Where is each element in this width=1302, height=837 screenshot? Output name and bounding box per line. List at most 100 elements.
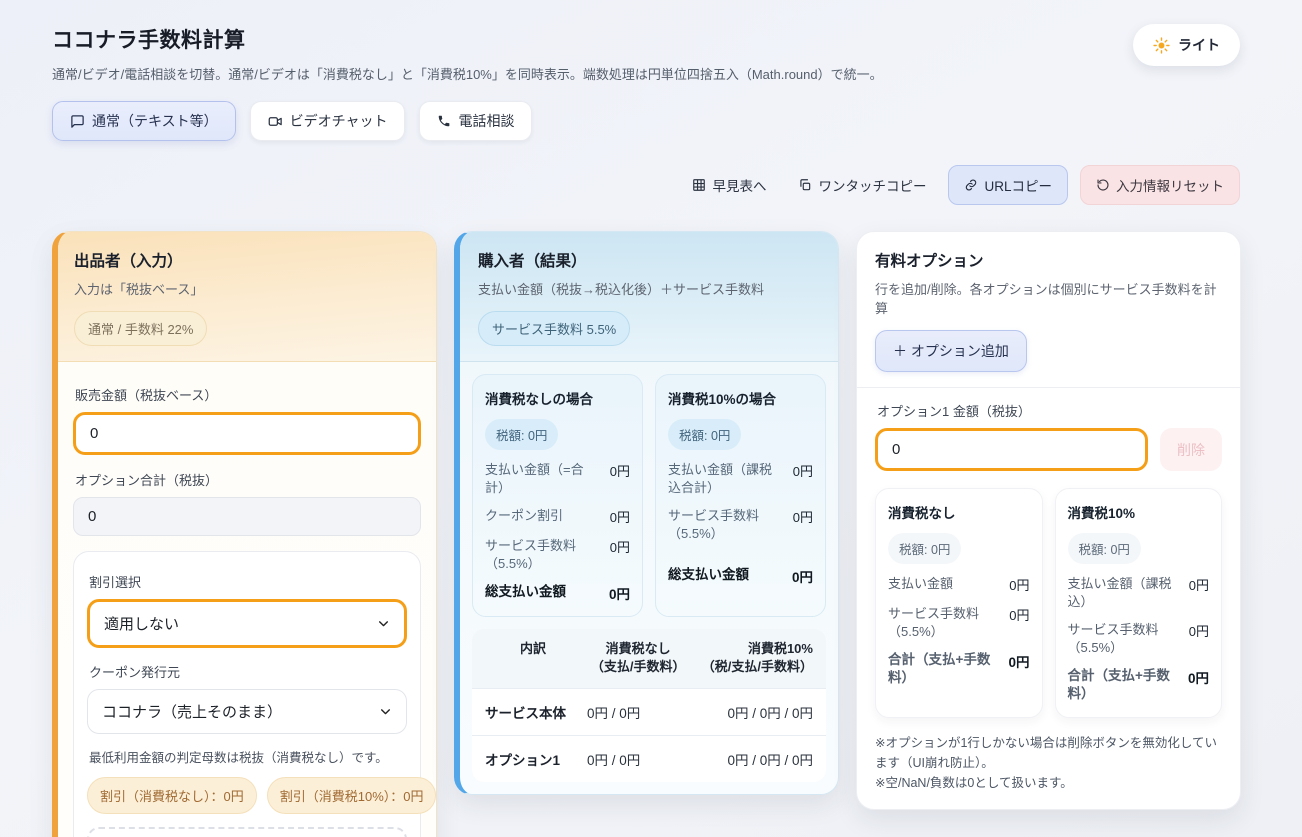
result-row-value: 0円	[1009, 605, 1029, 624]
price-label: 販売金額（税抜ベース）	[75, 385, 419, 404]
discount-status-box: 消費税なし 未適用 消費税10% 未適用	[87, 827, 407, 837]
result-row-value: 0円	[610, 507, 630, 526]
tab-phone-consult[interactable]: 電話相談	[419, 101, 532, 141]
delete-option-button[interactable]: 削除	[1160, 428, 1222, 471]
breakdown-table-header: 内訳 消費税なし （支払/手数料） 消費税10% （税/支払/手数料）	[472, 629, 826, 687]
option-tax10-title: 消費税10%	[1068, 502, 1210, 522]
result-total-value: 0円	[1188, 667, 1209, 687]
result-row-label: サービス手数料（5.5%）	[485, 537, 602, 572]
tab-normal-text[interactable]: 通常（テキスト等）	[52, 101, 236, 141]
result-row-label: 支払い金額	[888, 575, 953, 593]
result-row-value: 0円	[1189, 575, 1209, 594]
option1-row: 削除	[875, 428, 1222, 471]
result-row-label: サービス手数料（5.5%）	[668, 507, 785, 542]
mode-tabs: 通常（テキスト等） ビデオチャット 電話相談	[52, 101, 1240, 141]
toolbar: 早見表へ ワンタッチコピー URLコピー 入力情報リセット	[52, 165, 1240, 205]
breakdown-row-tax10: 0円 / 0円 / 0円	[695, 702, 813, 722]
no-tax-result-card: 消費税なしの場合 税額: 0円 支払い金額（=合計） 0円 クーポン割引 0円 …	[472, 374, 643, 617]
theme-toggle-button[interactable]: ライト	[1133, 24, 1240, 66]
discount-select-label: 割引選択	[89, 572, 405, 591]
divider	[857, 387, 1240, 388]
result-row: 支払い金額 0円	[888, 575, 1030, 594]
paid-options-title: 有料オプション	[875, 249, 1222, 271]
result-row: サービス手数料（5.5%） 0円	[888, 605, 1030, 640]
result-total-row: 合計（支払+手数料） 0円	[1068, 667, 1210, 703]
seller-card-subtitle: 入力は「税抜ベース」	[74, 279, 420, 298]
table-grid-icon	[692, 178, 706, 192]
link-icon	[964, 178, 978, 192]
tax-amount-badge: 税額: 0円	[1068, 533, 1141, 564]
result-row-label: 支払い金額（課税込合計）	[668, 461, 785, 496]
breakdown-row-tax10: 0円 / 0円 / 0円	[695, 749, 813, 769]
discount-no-tax-badge: 割引（消費税なし）：0円	[87, 777, 257, 814]
video-icon	[268, 114, 283, 129]
result-total-value: 0円	[609, 583, 630, 603]
tab-video-chat[interactable]: ビデオチャット	[250, 101, 406, 141]
result-total-value: 0円	[1008, 651, 1029, 671]
options-total-input[interactable]	[73, 497, 421, 536]
sun-icon	[1153, 37, 1170, 54]
option-no-tax-card: 消費税なし 税額: 0円 支払い金額 0円 サービス手数料（5.5%） 0円 合…	[875, 488, 1043, 718]
tab-label: 電話相談	[458, 111, 514, 131]
option-tax10-card: 消費税10% 税額: 0円 支払い金額（課税込） 0円 サービス手数料（5.5%…	[1055, 488, 1223, 718]
copy-icon	[798, 178, 812, 192]
quick-table-button[interactable]: 早見表へ	[682, 166, 776, 204]
result-row: 支払い金額（課税込合計） 0円	[668, 461, 813, 496]
result-row-value: 0円	[610, 461, 630, 480]
result-row: サービス手数料（5.5%） 0円	[485, 537, 630, 572]
breakdown-row-no-tax: 0円 / 0円	[587, 749, 689, 769]
result-row-value: 0円	[1189, 621, 1209, 640]
result-row-label: サービス手数料（5.5%）	[888, 605, 1001, 640]
result-row-label: 支払い金額（=合計）	[485, 461, 602, 496]
tax-amount-badge: 税額: 0円	[668, 419, 741, 450]
tab-label: 通常（テキスト等）	[92, 111, 218, 131]
tax10-result-card: 消費税10%の場合 税額: 0円 支払い金額（課税込合計） 0円 サービス手数料…	[655, 374, 826, 617]
coupon-source-value: ココナラ（売上そのまま）	[102, 701, 282, 722]
tax-amount-badge: 税額: 0円	[888, 533, 961, 564]
reset-button[interactable]: 入力情報リセット	[1080, 165, 1240, 205]
delete-option-label: 削除	[1177, 442, 1205, 458]
discount-status-row: 消費税なし 未適用	[103, 831, 391, 837]
tax10-result-title: 消費税10%の場合	[668, 388, 813, 408]
url-copy-button[interactable]: URLコピー	[948, 165, 1068, 205]
breakdown-table-row: オプション1 0円 / 0円 0円 / 0円 / 0円	[472, 735, 826, 782]
result-row-value: 0円	[793, 461, 813, 480]
result-total-label: 合計（支払+手数料）	[888, 651, 1000, 687]
breakdown-row-no-tax: 0円 / 0円	[587, 702, 689, 722]
result-total-label: 総支払い金額	[485, 583, 566, 601]
result-total-row: 合計（支払+手数料） 0円	[888, 651, 1030, 687]
options-footnote: ※オプションが1行しかない場合は削除ボタンを無効化しています（UI崩れ防止）。 …	[875, 733, 1222, 793]
result-row-value: 0円	[1009, 575, 1029, 594]
paid-options-card: 有料オプション 行を追加/削除。各オプションは個別にサービス手数料を計算 ＋ オ…	[856, 231, 1241, 810]
add-option-label: ＋ オプション追加	[893, 341, 1009, 361]
breakdown-row-name: オプション1	[485, 749, 581, 769]
breakdown-header-cell: 消費税なし （支払/手数料）	[587, 640, 689, 676]
result-row: 支払い金額（課税込） 0円	[1068, 575, 1210, 610]
option1-amount-input[interactable]	[875, 428, 1148, 471]
result-row-value: 0円	[793, 507, 813, 526]
quick-table-label: 早見表へ	[712, 175, 766, 195]
result-total-label: 合計（支払+手数料）	[1068, 667, 1180, 703]
breakdown-row-name: サービス本体	[485, 702, 581, 722]
url-copy-label: URLコピー	[984, 175, 1052, 195]
discount-select[interactable]: 適用しない	[87, 599, 407, 648]
service-fee-badge: サービス手数料 5.5%	[478, 311, 630, 346]
tax-amount-badge: 税額: 0円	[485, 419, 558, 450]
coupon-source-select[interactable]: ココナラ（売上そのまま）	[87, 689, 407, 734]
tab-label: ビデオチャット	[290, 111, 388, 131]
page-subtitle: 通常/ビデオ/電話相談を切替。通常/ビデオは「消費税なし」と「消費税10%」を同…	[52, 64, 883, 83]
result-row-label: クーポン割引	[485, 507, 563, 525]
fee-rate-badge: 通常 / 手数料 22%	[74, 311, 207, 346]
result-total-value: 0円	[792, 566, 813, 586]
buyer-result-subcards: 消費税なしの場合 税額: 0円 支払い金額（=合計） 0円 クーポン割引 0円 …	[472, 374, 826, 617]
add-option-button[interactable]: ＋ オプション追加	[875, 330, 1027, 372]
result-row-label: サービス手数料（5.5%）	[1068, 621, 1181, 656]
no-tax-result-title: 消費税なしの場合	[485, 388, 630, 408]
one-touch-copy-label: ワンタッチコピー	[818, 175, 926, 195]
phone-icon	[437, 114, 451, 128]
chat-icon	[70, 114, 85, 129]
price-input[interactable]	[73, 412, 421, 455]
option-no-tax-title: 消費税なし	[888, 502, 1030, 522]
one-touch-copy-button[interactable]: ワンタッチコピー	[788, 166, 936, 204]
reset-icon	[1096, 178, 1110, 192]
